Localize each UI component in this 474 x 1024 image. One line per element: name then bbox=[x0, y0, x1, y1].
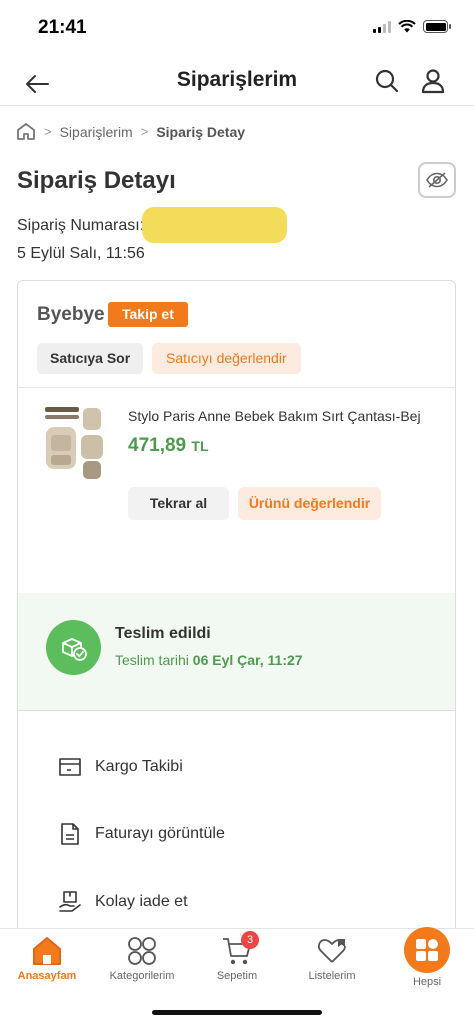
nav-lists[interactable]: Listelerim bbox=[285, 935, 379, 982]
nav-all-label: Hepsi bbox=[412, 976, 442, 988]
price-currency: TL bbox=[191, 438, 209, 454]
home-icon bbox=[33, 937, 61, 965]
product-name[interactable]: Stylo Paris Anne Bebek Bakım Sırt Çantas… bbox=[128, 408, 448, 424]
nav-all[interactable]: Hepsi bbox=[380, 927, 474, 988]
cart-count-badge: 3 bbox=[241, 931, 259, 949]
search-icon[interactable] bbox=[374, 68, 400, 94]
delivery-status: Teslim edildi bbox=[115, 625, 211, 642]
view-invoice-label: Faturayı görüntüle bbox=[95, 825, 225, 842]
nav-lists-label: Listelerim bbox=[308, 970, 356, 982]
delivery-date-label: Teslim tarihi bbox=[115, 652, 189, 668]
categories-icon bbox=[128, 937, 156, 965]
rate-seller-button[interactable]: Satıcıyı değerlendir bbox=[152, 343, 301, 374]
page-title: Sipariş Detayı bbox=[17, 167, 176, 194]
price-value: 471,89 bbox=[128, 435, 187, 456]
signal-icon bbox=[373, 20, 391, 33]
redaction-mark bbox=[142, 207, 287, 243]
invoice-icon bbox=[61, 823, 79, 845]
view-invoice-row[interactable]: Faturayı görüntüle bbox=[58, 822, 225, 846]
order-date: 5 Eylül Salı, 11:56 bbox=[17, 245, 145, 262]
battery-icon bbox=[423, 20, 451, 33]
wifi-icon bbox=[398, 20, 416, 33]
rate-product-button[interactable]: Ürünü değerlendir bbox=[238, 487, 381, 520]
heart-list-icon bbox=[318, 939, 346, 963]
header-title: Siparişlerim bbox=[176, 68, 298, 91]
ask-seller-button[interactable]: Satıcıya Sor bbox=[37, 343, 144, 374]
reorder-button[interactable]: Tekrar al bbox=[128, 487, 229, 520]
cargo-tracking-label: Kargo Takibi bbox=[95, 758, 183, 775]
home-icon[interactable] bbox=[16, 122, 36, 141]
header: Siparişlerim bbox=[0, 54, 474, 106]
product-price: 471,89 TL bbox=[128, 435, 209, 457]
status-icons bbox=[373, 20, 451, 33]
product-image[interactable] bbox=[43, 405, 109, 481]
order-card: Byebye Takip et Satıcıya Sor Satıcıyı de… bbox=[17, 280, 456, 940]
easy-return-label: Kolay iade et bbox=[95, 893, 188, 910]
order-number-label: Sipariş Numarası: bbox=[17, 217, 145, 234]
cart-icon-wrapper: 3 bbox=[221, 931, 259, 967]
nav-cart-label: Sepetim bbox=[216, 970, 258, 982]
all-apps-icon bbox=[404, 927, 450, 973]
breadcrumb-current: Sipariş Detay bbox=[156, 123, 246, 140]
delivered-package-icon bbox=[46, 620, 101, 675]
delivery-date: Teslim tarihi 06 Eyl Çar, 11:27 bbox=[115, 652, 303, 668]
delivery-section: Teslim edildi Teslim tarihi 06 Eyl Çar, … bbox=[18, 593, 455, 711]
hide-details-button[interactable] bbox=[418, 162, 456, 198]
return-icon bbox=[59, 891, 81, 912]
divider bbox=[18, 387, 455, 388]
status-bar: 21:41 bbox=[0, 0, 474, 54]
nav-home-label: Anasayfam bbox=[17, 970, 77, 982]
nav-categories[interactable]: Kategorilerim bbox=[95, 935, 189, 982]
breadcrumb: > Siparişlerim > Sipariş Detay bbox=[16, 122, 245, 141]
home-indicator bbox=[152, 1010, 322, 1015]
seller-name[interactable]: Byebye bbox=[37, 304, 105, 326]
nav-categories-label: Kategorilerim bbox=[109, 970, 175, 982]
breadcrumb-orders[interactable]: Siparişlerim bbox=[60, 124, 133, 140]
easy-return-row[interactable]: Kolay iade et bbox=[58, 890, 188, 914]
cargo-tracking-row[interactable]: Kargo Takibi bbox=[58, 755, 183, 779]
status-time: 21:41 bbox=[38, 17, 87, 38]
delivery-date-value: 06 Eyl Çar, 11:27 bbox=[192, 652, 303, 668]
nav-cart[interactable]: 3 Sepetim bbox=[190, 931, 284, 982]
nav-home[interactable]: Anasayfam bbox=[0, 935, 94, 982]
box-icon bbox=[59, 758, 81, 776]
bottom-nav: Anasayfam Kategorilerim 3 Sepetim Listel… bbox=[0, 927, 474, 1024]
follow-button[interactable]: Takip et bbox=[108, 302, 188, 327]
eye-off-icon bbox=[426, 172, 448, 188]
chevron-right-icon: > bbox=[140, 124, 149, 139]
chevron-right-icon: > bbox=[44, 124, 52, 139]
user-icon[interactable] bbox=[420, 68, 446, 94]
